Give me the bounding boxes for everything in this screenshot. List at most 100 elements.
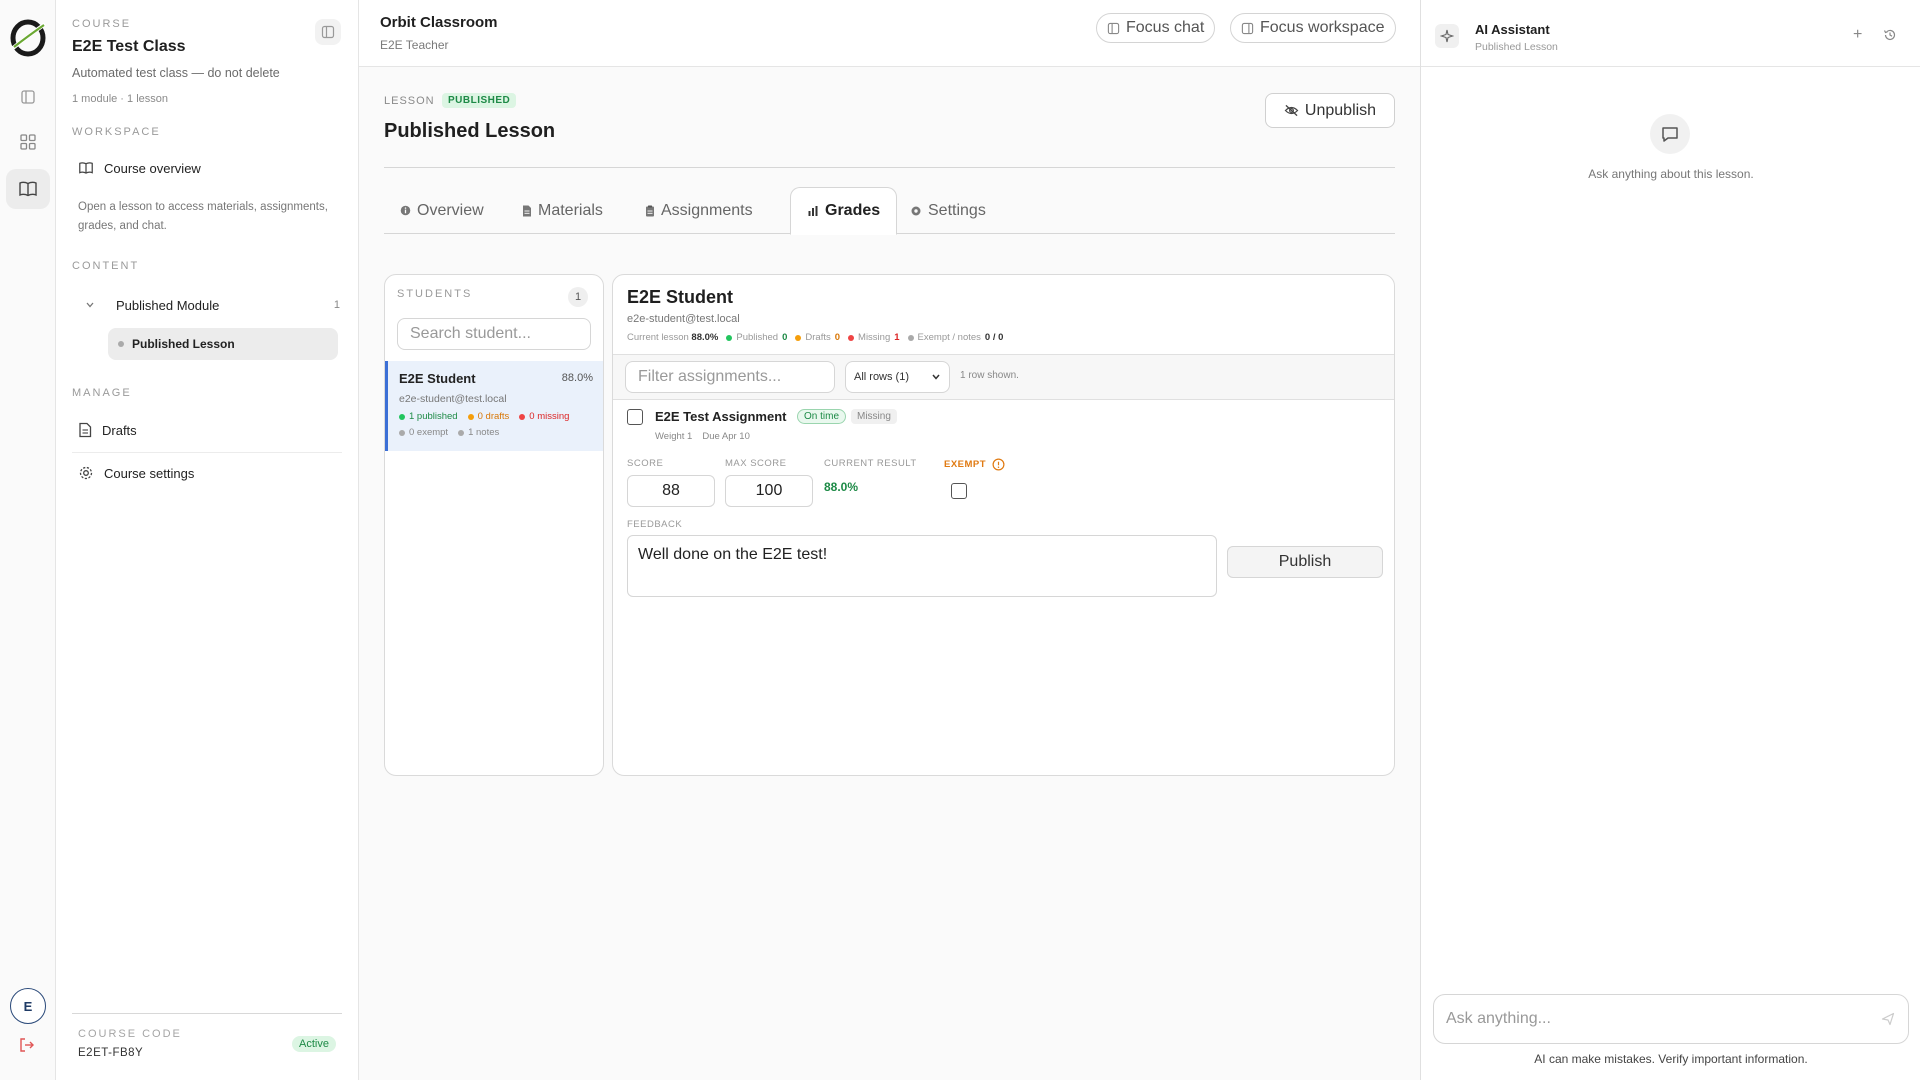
current-result-label: CURRENT RESULT [824,458,917,469]
logout-icon[interactable] [18,1036,36,1059]
drafts-summary: Drafts 0 [795,332,840,343]
course-code: E2ET-FB8Y [78,1047,144,1059]
ai-header: AI Assistant Published Lesson + [1421,0,1920,67]
module-count: 1 [333,299,340,311]
tab-materials[interactable]: Materials [506,187,619,234]
open-book-icon[interactable] [6,169,50,209]
tab-label: Assignments [661,201,753,219]
sidebar-item-label: Course overview [104,160,201,176]
publish-grade-button[interactable]: Publish [1227,546,1383,578]
course-sidebar: COURSE E2E Test Class Automated test cla… [56,0,359,1080]
exempt-checkbox[interactable] [951,483,967,499]
lesson-tabs: Overview Materials Assignments Grades Se… [384,187,1395,235]
assignment-select-checkbox[interactable] [627,409,643,425]
divider [72,452,342,453]
tab-grades[interactable]: Grades [790,187,898,235]
score-input[interactable]: 88 [627,475,715,507]
sparkles-icon [1435,24,1459,48]
tab-assignments[interactable]: Assignments [629,187,769,234]
focus-workspace-label: Focus workspace [1260,19,1385,36]
orange-dot-icon [467,413,474,420]
published-stat: 1 published [399,411,458,422]
gray-dot-icon [907,334,914,341]
max-score-input[interactable]: 100 [725,475,813,507]
gear-icon [911,206,921,215]
tab-settings[interactable]: Settings [894,187,1002,234]
divider [384,167,1395,168]
chevron-down-icon[interactable] [78,300,102,310]
gear-icon [79,466,93,480]
course-eyebrow: COURSE [72,18,132,30]
summary-label: Current lesson [627,332,689,343]
assignment-title: E2E Test Assignment [655,409,787,424]
content-eyebrow: CONTENT [72,260,140,272]
tab-label: Settings [928,201,986,219]
info-icon [400,205,411,216]
tab-overview[interactable]: Overview [384,187,500,234]
sidebar-item-drafts[interactable]: Drafts [72,415,342,445]
workspace-note: Open a lesson to access materials, assig… [78,201,328,232]
student-email: e2e-student@test.local [399,393,507,405]
stat-label: 0 exempt [409,427,449,438]
workspace-eyebrow: WORKSPACE [72,126,161,138]
summary-value: 1 [894,332,900,343]
orbit-logo-icon[interactable] [8,18,48,58]
stat-label: 0 drafts [477,411,510,422]
focus-workspace-button[interactable]: Focus workspace [1230,13,1396,43]
chat-bubble-icon [1650,114,1690,154]
summary-label: Exempt / notes [917,332,981,343]
current-lesson-stat: Current lesson 88.0% [627,332,718,343]
ontime-badge: On time [797,409,847,424]
exempt-summary: Exempt / notes 0 / 0 [907,332,1003,343]
student-list-item[interactable]: E2E Student 88.0% e2e-student@test.local… [385,361,603,451]
tab-label: Materials [538,201,603,219]
new-chat-plus-icon[interactable]: + [1853,26,1862,44]
panel-left-icon [321,25,335,39]
summary-label: Drafts [805,332,831,343]
assignment-weight: Weight 1 [655,431,693,442]
feedback-textarea[interactable]: Well done on the E2E test! [627,535,1217,597]
sidebar-toggle-icon[interactable] [6,77,50,117]
filter-assignments-input[interactable] [625,361,835,393]
lesson-dot-icon [118,341,124,347]
send-icon[interactable] [1881,1012,1895,1031]
sidebar-item-course-settings[interactable]: Course settings [72,458,342,488]
sidebar-module-published[interactable]: Published Module 1 [72,290,348,320]
history-icon[interactable] [1883,28,1897,47]
student-stats-secondary: 0 exempt 1 notes [399,427,499,438]
sidebar-item-label: Course settings [104,465,195,481]
students-panel: STUDENTS 1 E2E Student 88.0% e2e-student… [384,274,604,776]
info-circle-icon[interactable] [992,458,1005,471]
tab-label: Grades [825,202,881,219]
sidebar-item-course-overview[interactable]: Course overview [72,153,342,183]
assignment-meta: Weight 1 Due Apr 10 [655,431,750,442]
bar-chart-icon [808,206,818,216]
focus-chat-button[interactable]: Focus chat [1096,13,1216,43]
exempt-label-row: EXEMPT [944,458,1005,471]
icon-rail: E [0,0,56,1080]
unpublish-button[interactable]: Unpublish [1265,93,1395,128]
dashboard-grid-icon[interactable] [6,122,50,162]
missing-summary: Missing 1 [848,332,900,343]
sidebar-lesson-published[interactable]: Published Lesson [108,328,338,360]
detail-summary: Current lesson 88.0% Published 0 Drafts … [627,332,1003,343]
feedback-label: FEEDBACK [627,519,683,530]
status-badge: Active [292,1036,336,1052]
chevron-down-icon [932,374,940,380]
panel-right-icon [1241,22,1254,34]
collapse-sidebar-button[interactable] [315,19,341,45]
user-avatar[interactable]: E [10,988,46,1024]
exempt-stat: 0 exempt [399,427,448,438]
detail-student-name: E2E Student [627,287,734,307]
current-result-value: 88.0% [824,480,859,494]
stat-label: 1 published [409,411,458,422]
ai-chat-input[interactable] [1433,994,1909,1044]
divider [72,1013,342,1014]
student-stats: 1 published 0 drafts 0 missing [399,411,569,422]
rows-select[interactable]: All rows (1) [845,361,950,393]
lesson-status-badge: PUBLISHED [442,93,517,108]
student-search-input[interactable] [397,318,591,350]
missing-badge: Missing [851,409,897,424]
course-description: Automated test class — do not delete [72,66,280,80]
focus-chat-label: Focus chat [1126,19,1205,36]
